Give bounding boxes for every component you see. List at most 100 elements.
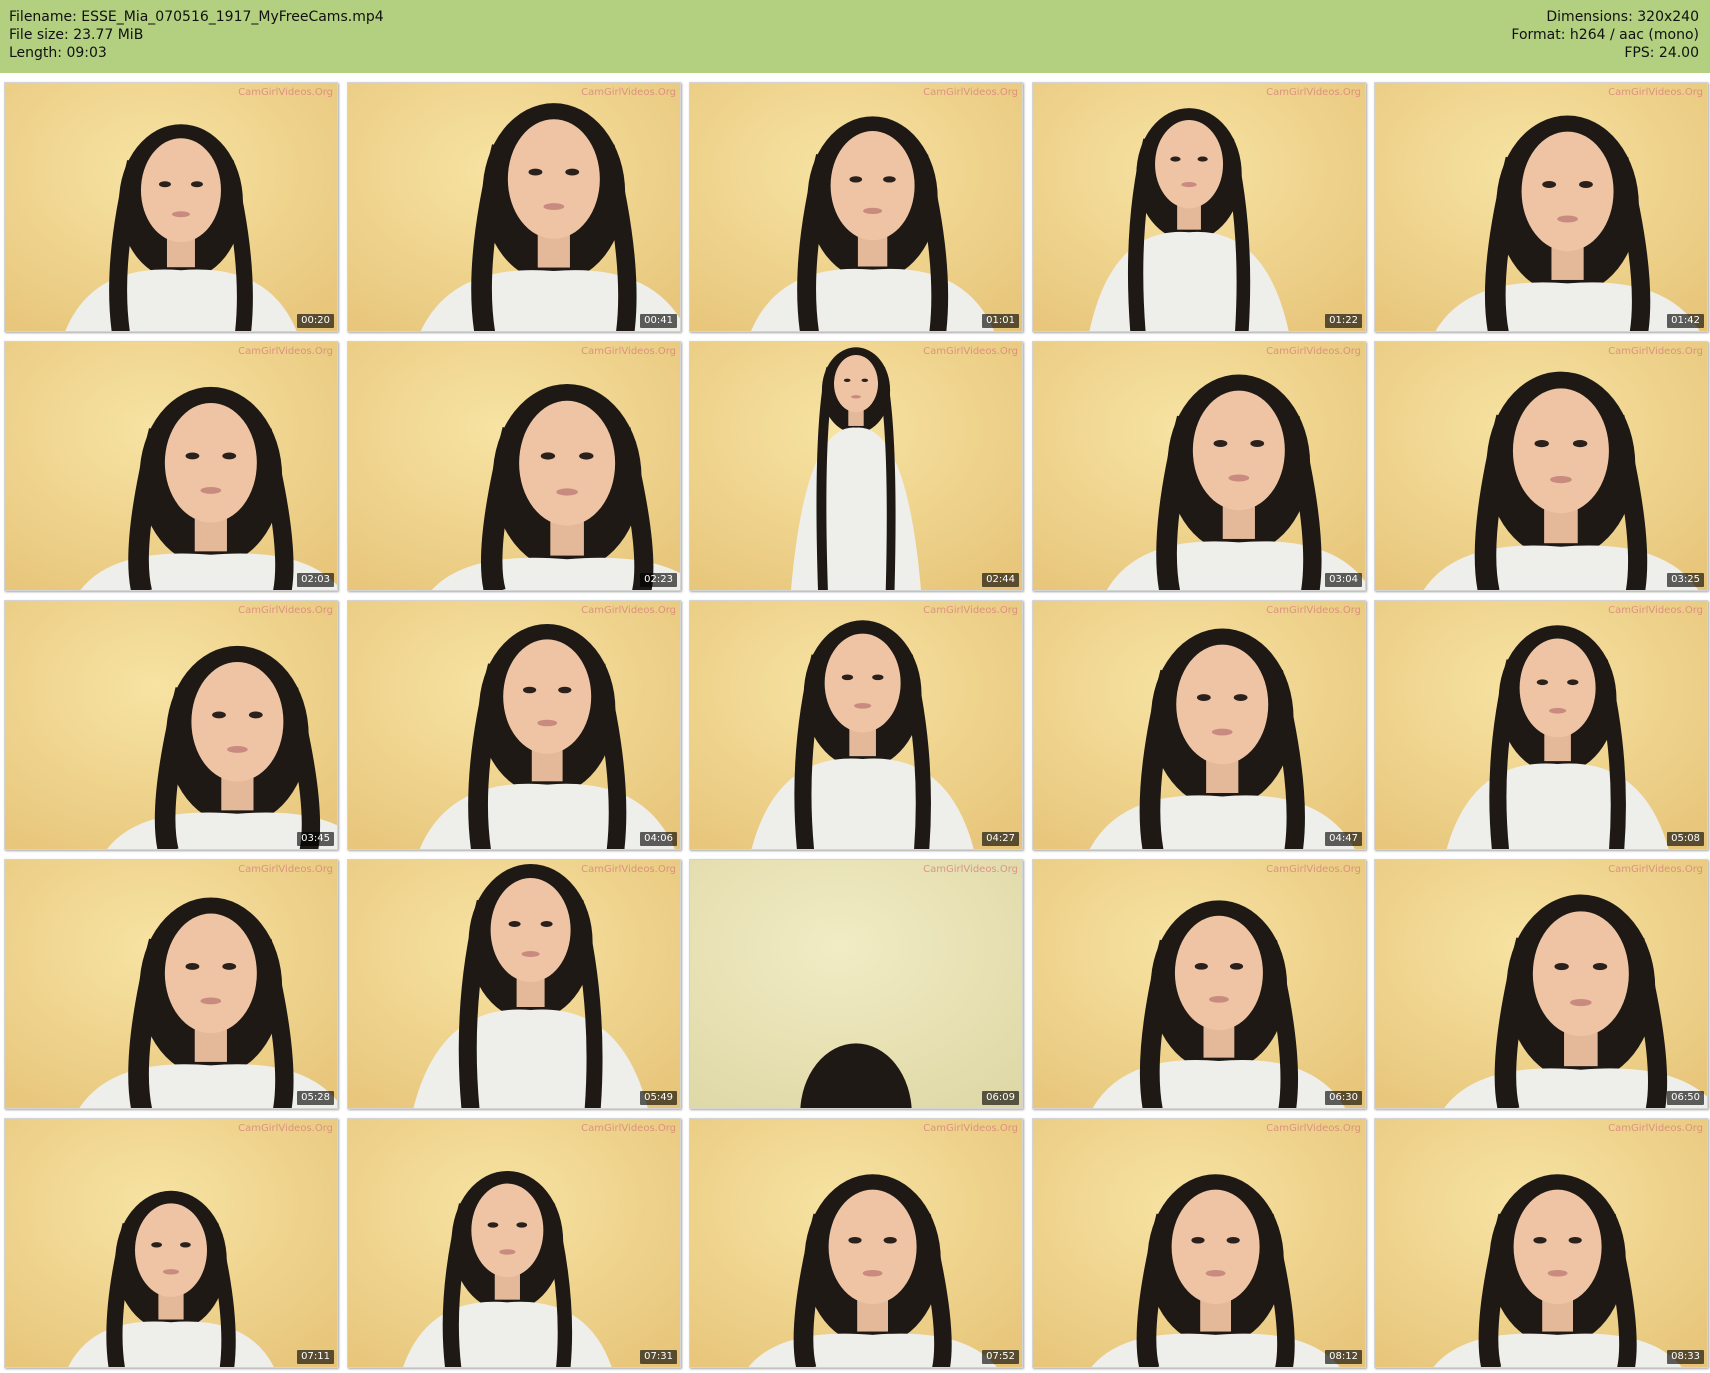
frame-image [5,601,337,849]
file-info-right: Dimensions: 320x240 Format: h264 / aac (… [1511,8,1699,62]
video-thumbnail: CamGirlVideos.Org 01:22 [1032,82,1366,332]
frame-image [5,83,337,331]
watermark-text: CamGirlVideos.Org [923,346,1018,357]
timestamp-label: 08:12 [1325,1350,1362,1364]
timestamp-label: 00:41 [640,314,677,328]
watermark-text: CamGirlVideos.Org [1608,346,1703,357]
watermark-text: CamGirlVideos.Org [1266,87,1361,98]
frame-image [1375,860,1707,1108]
timestamp-label: 00:20 [297,314,334,328]
frame-image [5,342,337,590]
watermark-text: CamGirlVideos.Org [238,87,333,98]
frame-image [690,601,1022,849]
video-thumbnail: CamGirlVideos.Org 03:45 [4,600,338,850]
video-thumbnail: CamGirlVideos.Org 02:23 [347,341,681,591]
thumbnail-grid: CamGirlVideos.Org 00:20 CamGirlVideos.Org 0… [4,82,1708,1370]
frame-image [690,342,1022,590]
watermark-text: CamGirlVideos.Org [581,1123,676,1134]
timestamp-label: 04:27 [982,832,1019,846]
frame-image [348,1119,680,1367]
filesize-text: File size: 23.77 MiB [9,27,144,43]
dimensions-text: Dimensions: 320x240 [1546,9,1699,25]
video-thumbnail: CamGirlVideos.Org 04:06 [347,600,681,850]
video-thumbnail: CamGirlVideos.Org 01:01 [689,82,1023,332]
file-info-left: Filename: ESSE_Mia_070516_1917_MyFreeCam… [9,8,384,62]
watermark-text: CamGirlVideos.Org [238,605,333,616]
video-thumbnail: CamGirlVideos.Org 05:08 [1374,600,1708,850]
watermark-text: CamGirlVideos.Org [1608,605,1703,616]
video-thumbnail: CamGirlVideos.Org 03:04 [1032,341,1366,591]
video-thumbnail: CamGirlVideos.Org 03:25 [1374,341,1708,591]
frame-image [1375,1119,1707,1367]
frame-image [5,1119,337,1367]
timestamp-label: 04:47 [1325,832,1362,846]
video-thumbnail: CamGirlVideos.Org 00:41 [347,82,681,332]
watermark-text: CamGirlVideos.Org [923,87,1018,98]
frame-image [1375,601,1707,849]
timestamp-label: 02:23 [640,573,677,587]
watermark-text: CamGirlVideos.Org [238,346,333,357]
timestamp-label: 02:03 [297,573,334,587]
watermark-text: CamGirlVideos.Org [1608,1123,1703,1134]
watermark-text: CamGirlVideos.Org [581,864,676,875]
watermark-text: CamGirlVideos.Org [1608,864,1703,875]
watermark-text: CamGirlVideos.Org [581,346,676,357]
frame-image [348,860,680,1108]
video-thumbnail: CamGirlVideos.Org 02:03 [4,341,338,591]
timestamp-label: 08:33 [1667,1350,1704,1364]
video-thumbnail: CamGirlVideos.Org 07:11 [4,1118,338,1368]
video-thumbnail: CamGirlVideos.Org 06:09 [689,859,1023,1109]
video-thumbnail: CamGirlVideos.Org 08:33 [1374,1118,1708,1368]
fps-text: FPS: 24.00 [1624,45,1699,61]
watermark-text: CamGirlVideos.Org [581,87,676,98]
timestamp-label: 07:52 [982,1350,1019,1364]
timestamp-label: 03:45 [297,832,334,846]
frame-image [1375,342,1707,590]
watermark-text: CamGirlVideos.Org [238,1123,333,1134]
timestamp-label: 05:08 [1667,832,1704,846]
watermark-text: CamGirlVideos.Org [923,605,1018,616]
watermark-text: CamGirlVideos.Org [923,864,1018,875]
timestamp-label: 05:49 [640,1091,677,1105]
frame-image [348,342,680,590]
timestamp-label: 05:28 [297,1091,334,1105]
watermark-text: CamGirlVideos.Org [1266,864,1361,875]
timestamp-label: 06:50 [1667,1091,1704,1105]
video-thumbnail: CamGirlVideos.Org 06:50 [1374,859,1708,1109]
timestamp-label: 07:11 [297,1350,334,1364]
timestamp-label: 02:44 [982,573,1019,587]
video-thumbnail: CamGirlVideos.Org 04:27 [689,600,1023,850]
video-thumbnail: CamGirlVideos.Org 05:49 [347,859,681,1109]
frame-image [1033,342,1365,590]
watermark-text: CamGirlVideos.Org [581,605,676,616]
timestamp-label: 01:42 [1667,314,1704,328]
format-text: Format: h264 / aac (mono) [1511,27,1699,43]
frame-image [690,83,1022,331]
watermark-text: CamGirlVideos.Org [1266,605,1361,616]
timestamp-label: 07:31 [640,1350,677,1364]
watermark-text: CamGirlVideos.Org [1608,87,1703,98]
video-thumbnail: CamGirlVideos.Org 05:28 [4,859,338,1109]
frame-image [1033,860,1365,1108]
watermark-text: CamGirlVideos.Org [238,864,333,875]
video-thumbnail: CamGirlVideos.Org 01:42 [1374,82,1708,332]
timestamp-label: 03:25 [1667,573,1704,587]
frame-image [1033,83,1365,331]
video-thumbnail: CamGirlVideos.Org 00:20 [4,82,338,332]
frame-image [348,83,680,331]
frame-image [1033,1119,1365,1367]
watermark-text: CamGirlVideos.Org [1266,346,1361,357]
timestamp-label: 04:06 [640,832,677,846]
video-thumbnail: CamGirlVideos.Org 02:44 [689,341,1023,591]
video-thumbnail: CamGirlVideos.Org 07:31 [347,1118,681,1368]
frame-image [1375,83,1707,331]
frame-image [1033,601,1365,849]
video-thumbnail: CamGirlVideos.Org 08:12 [1032,1118,1366,1368]
info-header: Filename: ESSE_Mia_070516_1917_MyFreeCam… [0,0,1710,73]
timestamp-label: 06:09 [982,1091,1019,1105]
frame-image [690,1119,1022,1367]
timestamp-label: 06:30 [1325,1091,1362,1105]
frame-image [5,860,337,1108]
timestamp-label: 01:01 [982,314,1019,328]
filename-text: Filename: ESSE_Mia_070516_1917_MyFreeCam… [9,9,384,25]
